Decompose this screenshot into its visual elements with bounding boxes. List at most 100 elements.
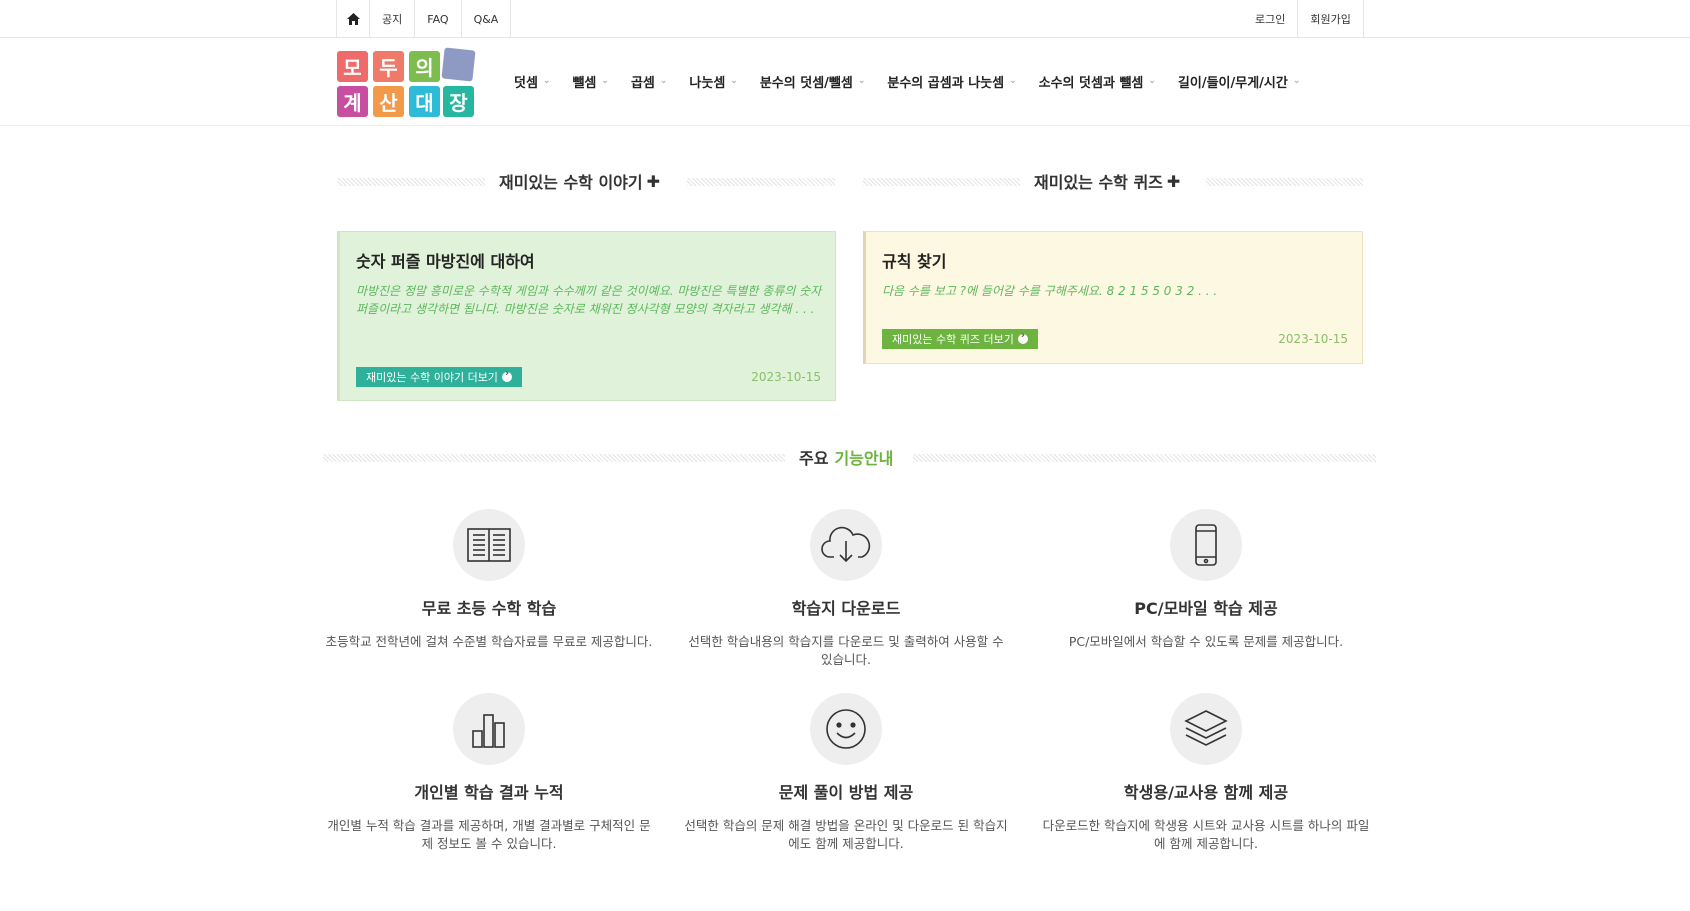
nav-decimal-add-sub[interactable]: 소수의 덧셈과 뺄셈 ⌄ bbox=[1039, 72, 1156, 91]
plus-icon: ✚ bbox=[1166, 171, 1181, 191]
title-hatch-line bbox=[687, 178, 835, 186]
nav-label: 나눗셈 bbox=[689, 75, 726, 91]
story-section-label: 재미있는 수학 이야기 bbox=[499, 173, 643, 192]
feature-item: PC/모바일 학습 제공 PC/모바일에서 학습할 수 있도록 문제를 제공합니… bbox=[1036, 509, 1376, 651]
plus-icon: ✚ bbox=[646, 171, 661, 191]
nav-measurement[interactable]: 길이/들이/무게/시간 ⌄ bbox=[1178, 72, 1300, 91]
nav-fraction-add-sub[interactable]: 분수의 덧셈/뺄셈 ⌄ bbox=[760, 72, 866, 91]
nav-label: 분수의 덧셈/뺄셈 bbox=[759, 75, 853, 91]
quiz-section-label: 재미있는 수학 퀴즈 bbox=[1034, 173, 1163, 192]
top-links-right: 로그인 회원가입 bbox=[1243, 0, 1364, 38]
feature-title: 무료 초등 수학 학습 bbox=[421, 599, 557, 618]
logo-accent-tile bbox=[441, 47, 476, 82]
arrow-circle-icon bbox=[1017, 330, 1028, 344]
feature-description: 선택한 학습내용의 학습지를 다운로드 및 출력하여 사용할 수 있습니다. bbox=[688, 634, 1004, 667]
feature-icon-circle bbox=[1170, 509, 1242, 581]
nav-multiplication[interactable]: 곱셈 ⌄ bbox=[631, 72, 667, 91]
title-hatch-line bbox=[913, 454, 1376, 462]
feature-icon-circle bbox=[810, 509, 882, 581]
feature-description: 개인별 누적 학습 결과를 제공하며, 개별 결과별로 구체적인 문제 정보도 … bbox=[327, 818, 651, 851]
story-section-title[interactable]: 재미있는 수학 이야기 ✚ bbox=[499, 171, 661, 193]
title-hatch-line bbox=[1206, 178, 1363, 186]
nav-label: 곱셈 bbox=[630, 75, 655, 91]
features-section-title: 주요 기능안내 bbox=[799, 447, 894, 468]
feature-title: 학생용/교사용 함께 제공 bbox=[1123, 783, 1289, 802]
features-title-highlight: 기능안내 bbox=[834, 449, 894, 468]
feature-icon-circle bbox=[453, 509, 525, 581]
feature-item: 무료 초등 수학 학습 초등학교 전학년에 걸쳐 수준별 학습자료를 무료로 제… bbox=[319, 509, 659, 651]
feature-icon-circle bbox=[810, 693, 882, 765]
logo-tile: 산 bbox=[373, 86, 404, 117]
quiz-card-title[interactable]: 규칙 찾기 bbox=[882, 248, 946, 272]
title-hatch-line bbox=[863, 178, 1020, 186]
nav-label: 길이/들이/무게/시간 bbox=[1177, 75, 1288, 91]
story-excerpt: 마방진은 정말 흥미로운 수학적 게임과 수수께끼 같은 것이예요. 마방진은 … bbox=[356, 284, 822, 316]
login-link[interactable]: 로그인 bbox=[1243, 0, 1297, 38]
nav-label: 소수의 덧셈과 뺄셈 bbox=[1038, 75, 1144, 91]
chevron-down-icon: ⌄ bbox=[1292, 76, 1301, 86]
quiz-date: 2023-10-15 bbox=[1278, 332, 1348, 346]
quiz-excerpt: 다음 수를 보고 ?에 들어갈 수를 구해주세요. 8 2 1 5 5 0 3 … bbox=[882, 284, 1218, 298]
main-nav: 덧셈 ⌄ 뺄셈 ⌄ 곱셈 ⌄ 나눗셈 ⌄ 분수의 덧셈/뺄셈 ⌄ 분수의 곱셈과 나눗셈 ⌄… bbox=[514, 38, 1322, 124]
logo-tile: 장 bbox=[443, 86, 474, 117]
nav-addition[interactable]: 덧셈 ⌄ bbox=[514, 72, 550, 91]
book-icon bbox=[467, 528, 511, 562]
feature-icon-circle bbox=[1170, 693, 1242, 765]
signup-link[interactable]: 회원가입 bbox=[1297, 0, 1364, 38]
chevron-down-icon: ⌄ bbox=[1148, 76, 1156, 86]
arrow-circle-icon bbox=[501, 368, 512, 382]
story-more-button[interactable]: 재미있는 수학 이야기 더보기 bbox=[356, 367, 522, 387]
nav-fraction-mul-div[interactable]: 분수의 곱셈과 나눗셈 ⌄ bbox=[887, 72, 1016, 91]
site-header: 모 두 의 계 산 대 장 덧셈 ⌄ 뺄셈 ⌄ 곱셈 ⌄ 나눗셈 ⌄ 분수의 덧셈/뺄셈… bbox=[0, 38, 1690, 126]
feature-item: 학생용/교사용 함께 제공 다운로드한 학습지에 학생용 시트와 교사용 시트를… bbox=[1036, 693, 1376, 853]
chevron-down-icon: ⌄ bbox=[601, 76, 609, 86]
top-links-left: 공지 FAQ Q&A bbox=[336, 0, 512, 38]
feature-title: 문제 풀이 방법 제공 bbox=[778, 783, 914, 802]
smile-icon bbox=[826, 709, 866, 749]
feature-item: 학습지 다운로드 선택한 학습내용의 학습지를 다운로드 및 출력하여 사용할 … bbox=[676, 509, 1016, 669]
chevron-down-icon: ⌄ bbox=[1009, 76, 1017, 86]
chevron-down-icon: ⌄ bbox=[542, 76, 551, 86]
chevron-down-icon: ⌄ bbox=[659, 76, 668, 86]
logo-tile: 계 bbox=[337, 86, 368, 117]
mobile-icon bbox=[1195, 524, 1217, 566]
feature-item: 개인별 학습 결과 누적 개인별 누적 학습 결과를 제공하며, 개별 결과별로… bbox=[319, 693, 659, 853]
cloud-download-icon bbox=[821, 526, 871, 563]
layers-icon bbox=[1184, 710, 1228, 746]
qna-link[interactable]: Q&A bbox=[462, 0, 512, 38]
quiz-section-title[interactable]: 재미있는 수학 퀴즈 ✚ bbox=[1034, 171, 1181, 193]
feature-description: 선택한 학습의 문제 해결 방법을 온라인 및 다운로드 된 학습지에도 함께 … bbox=[684, 818, 1008, 851]
feature-description: 다운로드한 학습지에 학생용 시트와 교사용 시트를 하나의 파일에 함께 제공… bbox=[1042, 818, 1370, 851]
features-title-prefix: 주요 bbox=[799, 449, 829, 468]
nav-label: 덧셈 bbox=[514, 75, 538, 91]
home-icon bbox=[346, 13, 360, 25]
quiz-card: 규칙 찾기 다음 수를 보고 ?에 들어갈 수를 구해주세요. 8 2 1 5 … bbox=[863, 231, 1363, 364]
feature-title: 개인별 학습 결과 누적 bbox=[414, 783, 564, 802]
nav-label: 뺄셈 bbox=[572, 75, 597, 91]
nav-division[interactable]: 나눗셈 ⌄ bbox=[689, 72, 737, 91]
site-logo[interactable]: 모 두 의 계 산 대 장 bbox=[337, 47, 476, 117]
title-hatch-line bbox=[337, 178, 485, 186]
feature-title: PC/모바일 학습 제공 bbox=[1134, 599, 1278, 618]
logo-tile: 의 bbox=[409, 51, 440, 82]
notice-link[interactable]: 공지 bbox=[370, 0, 416, 38]
nav-subtraction[interactable]: 뺄셈 ⌄ bbox=[572, 72, 608, 91]
story-card: 숫자 퍼즐 마방진에 대하여 마방진은 정말 흥미로운 수학적 게임과 수수께끼… bbox=[337, 231, 836, 401]
nav-label: 분수의 곱셈과 나눗셈 bbox=[887, 75, 1005, 91]
title-hatch-line bbox=[323, 454, 785, 462]
home-icon-link[interactable] bbox=[337, 0, 370, 38]
quiz-more-button[interactable]: 재미있는 수학 퀴즈 더보기 bbox=[882, 329, 1038, 349]
logo-tile: 모 bbox=[337, 51, 368, 82]
story-date: 2023-10-15 bbox=[751, 370, 821, 384]
feature-item: 문제 풀이 방법 제공 선택한 학습의 문제 해결 방법을 온라인 및 다운로드… bbox=[676, 693, 1016, 853]
bar-chart-icon bbox=[472, 714, 505, 748]
story-card-title[interactable]: 숫자 퍼즐 마방진에 대하여 bbox=[356, 248, 535, 272]
story-more-label: 재미있는 수학 이야기 더보기 bbox=[366, 371, 498, 384]
logo-tile: 두 bbox=[373, 51, 404, 82]
feature-icon-circle bbox=[453, 693, 525, 765]
quiz-more-label: 재미있는 수학 퀴즈 더보기 bbox=[892, 333, 1014, 346]
faq-link[interactable]: FAQ bbox=[415, 0, 462, 38]
chevron-down-icon: ⌄ bbox=[857, 76, 866, 86]
top-utility-bar: 공지 FAQ Q&A 로그인 회원가입 bbox=[0, 0, 1690, 38]
logo-tile: 대 bbox=[409, 86, 440, 117]
